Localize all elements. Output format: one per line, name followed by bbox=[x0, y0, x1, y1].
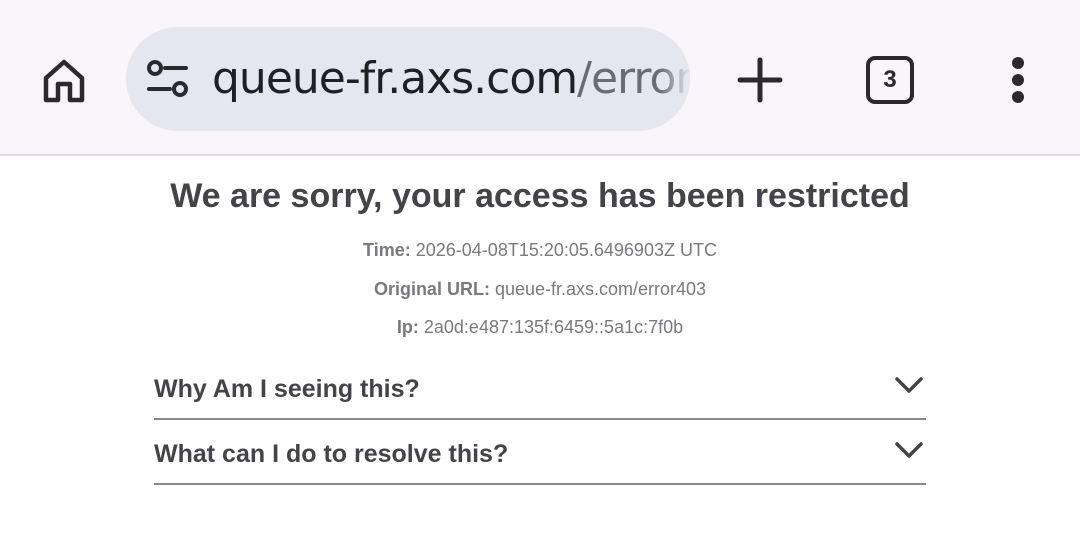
tab-switcher-button[interactable]: 3 bbox=[860, 50, 920, 110]
new-tab-button[interactable] bbox=[730, 50, 790, 110]
tab-switcher-icon: 3 bbox=[866, 56, 914, 104]
accordion-how-resolve[interactable]: What can I do to resolve this? bbox=[154, 421, 926, 485]
original-url-line: Original URL: queue-fr.axs.com/error403 bbox=[0, 277, 1080, 301]
site-settings-button[interactable] bbox=[146, 59, 190, 99]
url-host: queue-fr.axs.com bbox=[212, 53, 578, 104]
home-button[interactable] bbox=[34, 50, 94, 110]
plus-icon bbox=[737, 57, 783, 103]
time-label: Time: bbox=[363, 240, 411, 260]
tab-count: 3 bbox=[883, 66, 897, 93]
url-fade bbox=[660, 27, 690, 131]
page-content: We are sorry, your access has been restr… bbox=[0, 156, 1080, 553]
accordion-question: What can I do to resolve this? bbox=[154, 440, 509, 468]
accordion-question: Why Am I seeing this? bbox=[154, 375, 420, 403]
url-text[interactable]: queue-fr.axs.com/error4 bbox=[212, 51, 690, 107]
chevron-down-icon[interactable] bbox=[892, 370, 926, 400]
chevron-down-icon[interactable] bbox=[892, 435, 926, 465]
address-bar[interactable]: queue-fr.axs.com/error4 bbox=[126, 27, 690, 131]
ip-line: Ip: 2a0d:e487:135f:6459::5a1c:7f0b bbox=[0, 315, 1080, 339]
original-url-value: queue-fr.axs.com/error403 bbox=[494, 279, 707, 299]
browser-toolbar: queue-fr.axs.com/error4 3 bbox=[0, 0, 1080, 156]
more-vert-icon bbox=[1012, 57, 1024, 103]
page-title: We are sorry, your access has been restr… bbox=[170, 177, 910, 215]
time-value: 2026-04-08T15:20:05.6496903Z UTC bbox=[415, 240, 717, 260]
time-line: Time: 2026-04-08T15:20:05.6496903Z UTC bbox=[0, 238, 1080, 262]
accordion-why-seeing[interactable]: Why Am I seeing this? bbox=[154, 356, 926, 420]
original-url-label: Original URL: bbox=[373, 279, 490, 299]
ip-value: 2a0d:e487:135f:6459::5a1c:7f0b bbox=[423, 317, 684, 337]
site-settings-icon bbox=[147, 60, 188, 97]
menu-button[interactable] bbox=[988, 50, 1048, 110]
home-icon bbox=[43, 59, 85, 103]
ip-label: Ip: bbox=[396, 317, 419, 337]
